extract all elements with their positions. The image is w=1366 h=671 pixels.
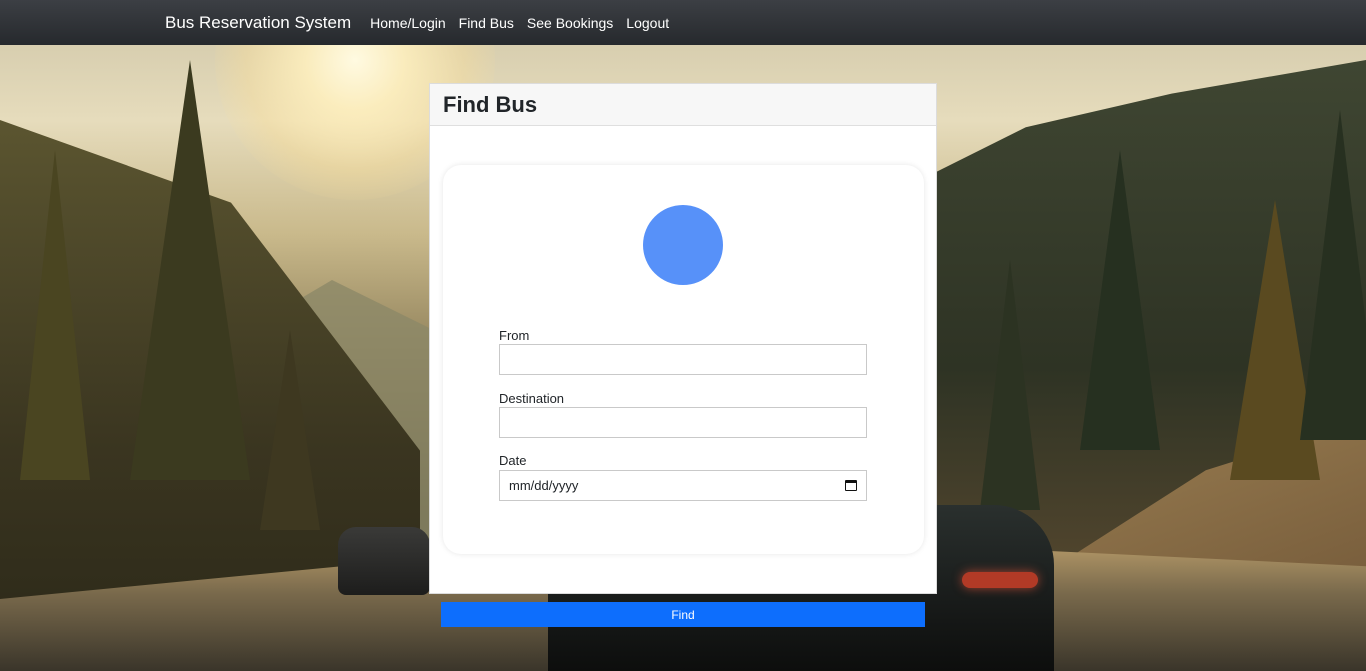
- from-label: From: [499, 328, 530, 343]
- pine-tree: [1080, 150, 1160, 450]
- date-input[interactable]: mm/dd/yyyy: [499, 470, 867, 501]
- pine-tree: [130, 60, 250, 480]
- destination-input[interactable]: [499, 407, 867, 438]
- from-input[interactable]: [499, 344, 867, 375]
- top-navbar: Bus Reservation System Home/Login Find B…: [0, 0, 1366, 45]
- date-placeholder: mm/dd/yyyy: [509, 478, 579, 493]
- pine-tree: [980, 260, 1040, 510]
- car-tail-light: [962, 572, 1038, 588]
- brand-link[interactable]: Bus Reservation System: [165, 13, 351, 33]
- nav-link-see-bookings[interactable]: See Bookings: [527, 15, 613, 31]
- find-button[interactable]: Find: [441, 602, 925, 627]
- date-label: Date: [499, 453, 527, 468]
- search-form-card: From Destination Date mm/dd/yyyy: [443, 165, 924, 554]
- distant-car: [338, 527, 430, 595]
- nav-link-find-bus[interactable]: Find Bus: [459, 15, 514, 31]
- avatar: [643, 205, 723, 285]
- find-bus-panel: Find Bus From Destination Date mm/dd/yyy…: [429, 83, 937, 594]
- nav-link-logout[interactable]: Logout: [626, 15, 669, 31]
- destination-label: Destination: [499, 391, 565, 406]
- pine-tree: [1300, 110, 1366, 440]
- pine-tree: [260, 330, 320, 530]
- calendar-icon[interactable]: [845, 480, 857, 491]
- nav-link-home-login[interactable]: Home/Login: [370, 15, 446, 31]
- page-title: Find Bus: [443, 92, 538, 117]
- panel-header: Find Bus: [430, 84, 936, 126]
- pine-tree: [20, 150, 90, 480]
